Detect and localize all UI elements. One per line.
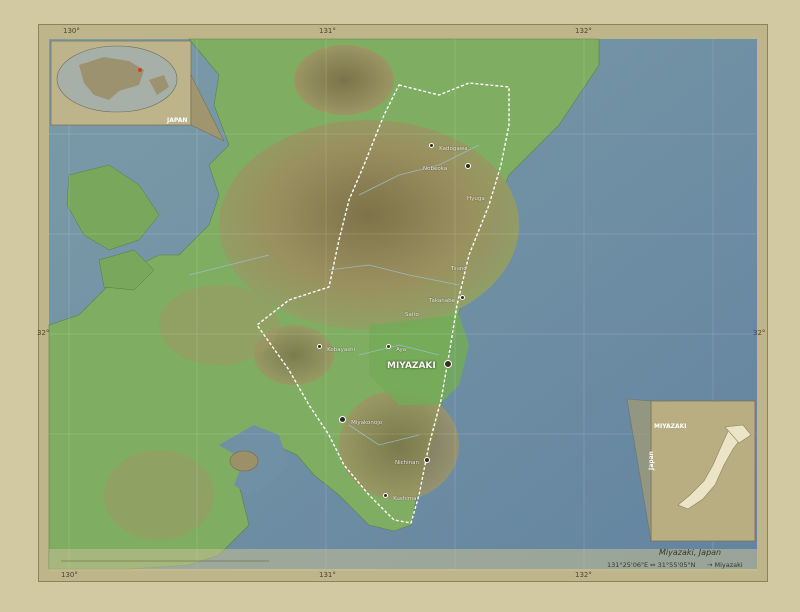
city-nichinan: Nichinan [395,449,431,468]
city-kushima: Kushima [383,485,417,504]
tick-bottom-132: 132° [575,571,592,579]
country-label: Japan [647,451,655,470]
arrow-label-text: Miyazaki [714,561,743,569]
relief-satsuma [104,450,214,540]
dot-icon [424,456,431,463]
japan-inset-marker [138,68,142,72]
dot-icon [465,162,471,169]
city-label: Nobeoka [423,166,448,172]
city-label: Kadogawa [439,146,468,152]
relief-north [219,120,519,330]
city-takanabe: Takanabe [429,287,466,306]
dot-icon [339,416,346,423]
city-label: Nichinan [395,460,420,466]
tick-bottom-131: 131° [319,571,336,579]
map-title: Miyazaki, Japan [659,548,722,557]
city-tsuno: Tsuno [451,255,467,274]
capital-dot-icon [443,359,452,368]
dot-icon [460,295,466,300]
tick-bottom-130: 130° [61,571,78,579]
city-label: Miyakonojo [351,420,383,426]
city-kadogawa: Kadogawa [429,135,468,154]
city-miyakonojo: Miyakonojo [339,409,382,428]
city-label: Kobayashi [327,347,356,353]
tick-top-130: 130° [63,27,80,35]
tick-left-32: 32° [37,329,50,337]
relief-south [339,390,459,500]
sakurajima [229,450,259,472]
region-label: MIYAZAKI [654,423,687,430]
city-label: Tsuno [451,266,467,272]
japan-inset-box [650,400,756,542]
arrow-icon: → [707,561,715,569]
map-frame: 130° 131° 132° 130° 131° 132° 32° 32° JA… [37,24,768,582]
tick-top-132: 132° [575,27,592,35]
capital-label: Miyazaki [387,361,436,371]
city-saito: Saito [405,301,419,320]
city-label: Takanabe [429,298,456,304]
dot-icon [383,493,388,498]
tick-top-131: 131° [319,27,336,35]
dot-icon [317,344,322,349]
city-label: Kushima [393,496,417,502]
dot-icon [386,344,391,349]
city-miyazaki: Miyazaki [387,353,452,372]
coordinates-readout: 131°25'06"E ⇔ 31°55'05"N [607,561,696,569]
city-kobayashi: Kobayashi [317,336,355,355]
arrow-label: → Miyazaki [707,561,743,569]
relief-aso [294,45,394,115]
world-inset-label: JAPAN [167,117,188,124]
dot-icon [429,143,434,148]
tick-right-32: 32° [753,329,766,337]
relief-west [159,285,279,365]
city-label: Saito [405,312,419,318]
city-hyuga: Hyuga [467,185,485,204]
city-label: Hyuga [467,196,485,202]
